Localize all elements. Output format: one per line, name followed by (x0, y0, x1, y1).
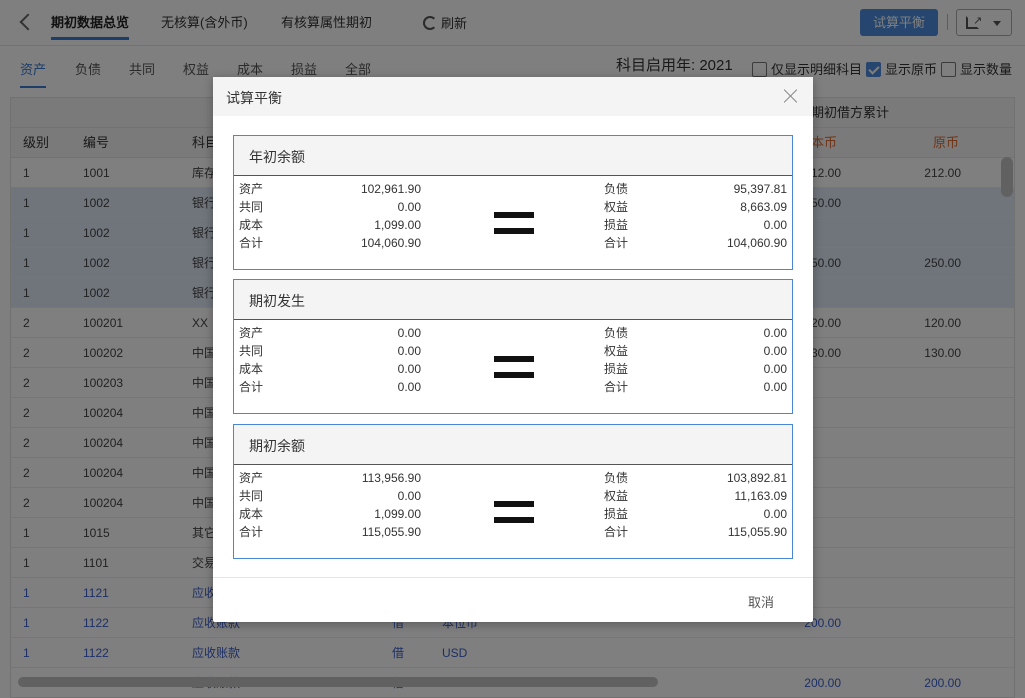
balance-value: 104,060.90 (360, 236, 421, 250)
balance-value: 113,956.90 (361, 471, 421, 485)
balance-value: 0.00 (397, 344, 421, 358)
balance-value: 95,397.81 (733, 182, 787, 196)
balance-label: 负债 (604, 326, 629, 340)
balance-label: 共同 (239, 200, 264, 214)
balance-value: 11,163.09 (734, 489, 788, 503)
balance-value: 0.00 (397, 489, 421, 503)
balance-value: 0.00 (763, 218, 787, 232)
equals-sign-icon (494, 228, 534, 234)
dialog-title: 试算平衡 (226, 90, 282, 106)
balance-value: 102,961.90 (360, 182, 421, 196)
balance-label: 损益 (604, 507, 629, 521)
balance-value: 104,060.90 (726, 236, 787, 250)
balance-value: 0.00 (763, 344, 787, 358)
balance-value: 1,099.00 (374, 218, 421, 232)
balance-label: 资产 (239, 182, 264, 196)
panel-title: 期初余额 (249, 438, 305, 454)
balance-label: 负债 (604, 471, 629, 485)
equals-sign-icon (494, 356, 534, 362)
balance-label: 合计 (604, 380, 629, 394)
balance-label: 损益 (604, 362, 629, 376)
balance-label: 共同 (239, 489, 264, 503)
balance-label: 成本 (239, 218, 264, 232)
balance-label: 合计 (239, 525, 264, 539)
balance-label: 共同 (239, 344, 264, 358)
balance-label: 成本 (239, 362, 264, 376)
balance-label: 合计 (604, 236, 629, 250)
balance-label: 权益 (604, 489, 629, 503)
balance-value: 103,892.81 (726, 471, 787, 485)
balance-label: 权益 (604, 344, 629, 358)
panel-header: 期初余额 (234, 425, 792, 465)
balance-label: 资产 (239, 471, 264, 485)
panel-title: 期初发生 (249, 293, 305, 309)
balance-label: 成本 (239, 507, 264, 521)
balance-value: 1,099.00 (374, 507, 421, 521)
balance-value: 0.00 (397, 362, 421, 376)
balance-panel: 年初余额资产 102,961.90 共同 0.00 成本 1,099.00 合计 104,06… (233, 135, 793, 270)
equals-sign-icon (494, 501, 534, 507)
balance-value: 0.00 (763, 380, 787, 394)
panel-header: 年初余额 (234, 136, 792, 176)
balance-panel: 期初发生资产 0.00 共同 0.00 成本 0.00 合计 0.00 负债 0.00 权益 0.00… (233, 279, 793, 414)
balance-value: 0.00 (763, 507, 787, 521)
equals-sign-icon (494, 212, 534, 218)
balance-value: 115,055.90 (361, 525, 421, 539)
equals-sign-icon (494, 372, 534, 378)
balance-value: 8,663.09 (740, 200, 787, 214)
trial-balance-dialog: 试算平衡 年初余额资产 102,961.90 共同 0.00 成本 1,099.00 合计 1… (213, 77, 813, 622)
balance-value: 0.00 (397, 200, 421, 214)
dialog-header: 试算平衡 (213, 77, 813, 116)
equals-sign-icon (494, 517, 534, 523)
balance-label: 资产 (239, 326, 264, 340)
balance-label: 合计 (239, 380, 264, 394)
balance-label: 权益 (604, 200, 629, 214)
balance-label: 损益 (604, 218, 629, 232)
balance-value: 0.00 (397, 326, 421, 340)
balance-label: 合计 (604, 525, 629, 539)
balance-value: 0.00 (763, 362, 787, 376)
balance-value: 0.00 (763, 326, 787, 340)
panel-title: 年初余额 (249, 149, 305, 165)
dialog-footer: 取消 (213, 577, 813, 622)
balance-value: 0.00 (397, 380, 421, 394)
panel-header: 期初发生 (234, 280, 792, 320)
cancel-button[interactable]: 取消 (748, 592, 774, 611)
balance-label: 负债 (604, 182, 629, 196)
balance-value: 115,055.90 (727, 525, 787, 539)
balance-label: 合计 (239, 236, 264, 250)
balance-panel: 期初余额资产 113,956.90 共同 0.00 成本 1,099.00 合计 115,05… (233, 424, 793, 559)
close-icon[interactable] (781, 86, 801, 106)
